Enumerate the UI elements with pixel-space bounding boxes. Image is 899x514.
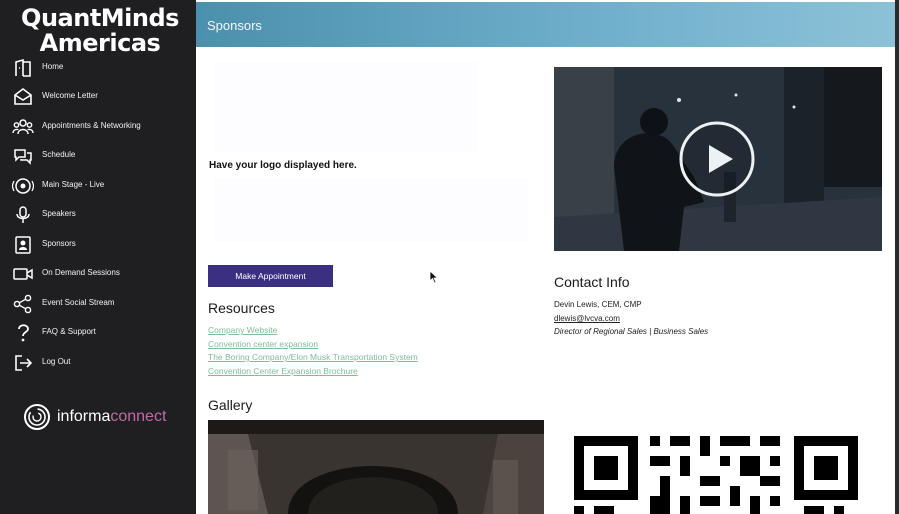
informa-connect-logo: informa connect: [22, 400, 182, 434]
resource-link-company-website[interactable]: Company Website: [208, 325, 277, 335]
brand-line-2: Americas: [39, 29, 161, 57]
gallery-heading: Gallery: [208, 397, 253, 413]
mouse-cursor-icon: [429, 270, 439, 284]
sidebar-item-label: Event Social Stream: [42, 298, 115, 307]
contact-card-icon: [12, 235, 34, 255]
people-icon: [12, 117, 34, 137]
video-camera-icon: [12, 264, 34, 284]
sidebar-item-label: FAQ & Support: [42, 327, 96, 336]
sidebar-item-faq[interactable]: FAQ & Support: [0, 319, 196, 347]
event-brand-logo: QuantMinds Americas: [14, 6, 186, 56]
sidebar-item-sponsors[interactable]: Sponsors: [0, 231, 196, 259]
sponsor-logo-area-bottom: [214, 178, 528, 242]
informa-swirl-icon: [22, 402, 52, 432]
sidebar-item-label: Main Stage - Live: [42, 180, 105, 189]
sidebar-item-label: Log Out: [42, 357, 71, 366]
contact-role: Director of Regional Sales | Business Sa…: [554, 327, 709, 336]
resources-heading: Resources: [208, 300, 275, 316]
sponsor-logo-area-top: [214, 62, 478, 152]
sidebar-item-label: Welcome Letter: [42, 91, 98, 100]
sidebar-item-appointments[interactable]: Appointments & Networking: [0, 113, 196, 141]
resource-link-expansion-brochure[interactable]: Convention Center Expansion Brochure: [208, 366, 358, 376]
play-icon[interactable]: [678, 120, 756, 198]
logo-placeholder-text: Have your logo displayed here.: [209, 160, 357, 171]
share-icon: [12, 294, 34, 314]
sidebar-item-social-stream[interactable]: Event Social Stream: [0, 290, 196, 318]
sidebar-item-label: Speakers: [42, 209, 76, 218]
sidebar-item-on-demand[interactable]: On Demand Sessions: [0, 260, 196, 288]
page-header: Sponsors: [196, 2, 895, 47]
sidebar-item-home[interactable]: Home: [0, 54, 196, 82]
sidebar-item-label: Appointments & Networking: [42, 121, 141, 130]
sidebar-item-welcome-letter[interactable]: Welcome Letter: [0, 83, 196, 111]
microphone-icon: [12, 205, 34, 225]
main-content: Sponsors Have your logo displayed here. …: [196, 0, 895, 514]
sponsor-video[interactable]: [554, 67, 882, 251]
question-icon: [12, 323, 34, 343]
informa-word: informa: [57, 408, 111, 425]
sidebar: QuantMinds Americas Home Welcome Letter …: [0, 0, 196, 514]
sidebar-item-label: On Demand Sessions: [42, 268, 120, 277]
envelope-icon: [12, 87, 34, 107]
contact-info-heading: Contact Info: [554, 274, 630, 290]
page-title: Sponsors: [207, 18, 262, 33]
logout-icon: [12, 353, 34, 373]
window-edge: [895, 0, 899, 514]
sidebar-item-schedule[interactable]: Schedule: [0, 142, 196, 170]
sidebar-item-label: Home: [42, 62, 64, 71]
brand-line-1: QuantMinds: [21, 4, 179, 32]
home-icon: [12, 58, 34, 78]
sidebar-item-label: Sponsors: [42, 239, 76, 248]
chat-bubbles-icon: [12, 146, 34, 166]
contact-name: Devin Lewis, CEM, CMP: [554, 300, 642, 309]
sidebar-item-speakers[interactable]: Speakers: [0, 201, 196, 229]
live-camera-icon: [11, 176, 35, 196]
gallery-image[interactable]: [208, 420, 544, 514]
connect-word: connect: [110, 408, 167, 425]
qr-code: [572, 436, 862, 514]
make-appointment-button[interactable]: Make Appointment: [208, 265, 333, 287]
contact-email-link[interactable]: dlewis@lvcva.com: [554, 314, 620, 323]
sidebar-item-main-stage[interactable]: Main Stage - Live: [0, 172, 196, 200]
sidebar-item-label: Schedule: [42, 150, 76, 159]
resource-link-boring-company[interactable]: The Boring Company/Elon Musk Transportat…: [208, 352, 418, 362]
resource-link-convention-expansion[interactable]: Convention center expansion: [208, 339, 318, 349]
sidebar-item-logout[interactable]: Log Out: [0, 349, 196, 377]
